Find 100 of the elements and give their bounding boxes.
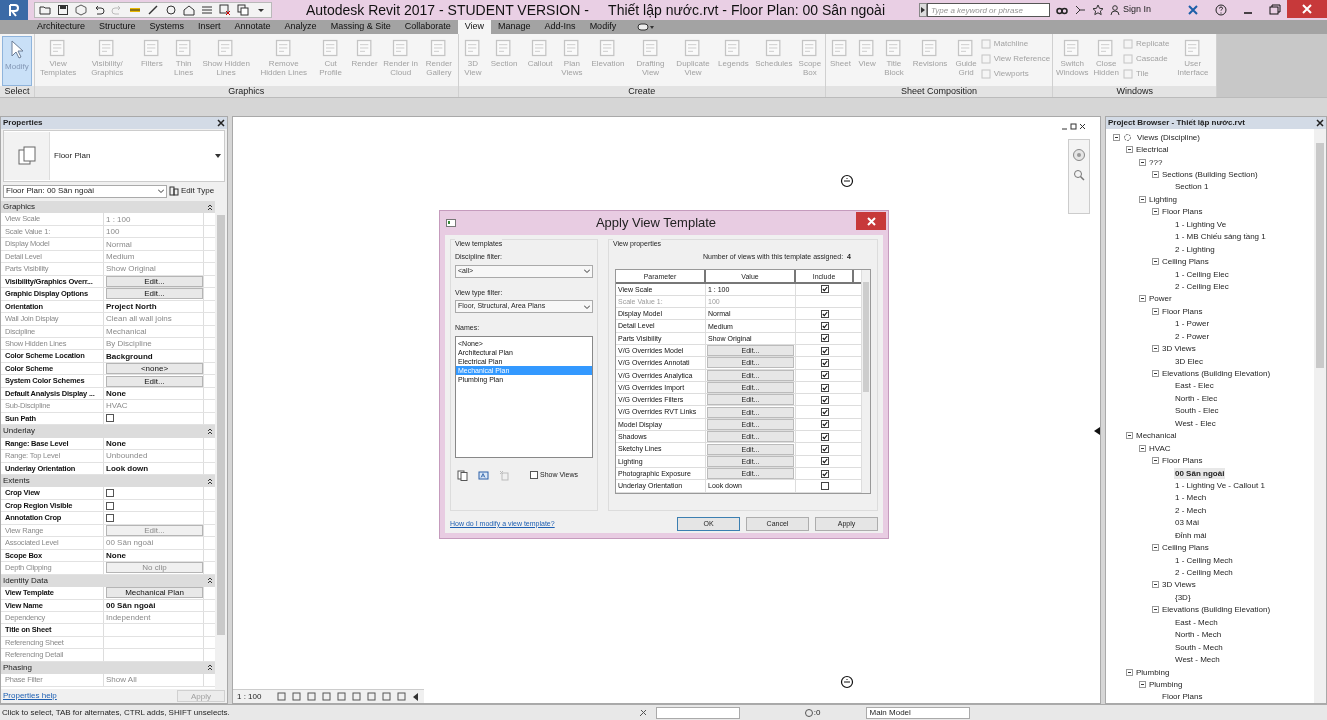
- edit-type-button[interactable]: Edit Type: [169, 185, 215, 197]
- sign-in-button[interactable]: Sign In: [1109, 3, 1151, 17]
- collapse-icon[interactable]: [1151, 307, 1159, 315]
- tree-item[interactable]: Lighting: [1148, 193, 1179, 205]
- tree-item[interactable]: 00 Sân ngoài: [1174, 467, 1226, 479]
- collapse-icon[interactable]: [1151, 606, 1159, 614]
- tree-item[interactable]: South - Mech: [1174, 641, 1224, 653]
- property-button[interactable]: Edit...: [106, 288, 203, 300]
- tree-item[interactable]: Floor Plans: [1161, 691, 1204, 703]
- tree-item[interactable]: 2 - Lighting: [1174, 243, 1216, 255]
- include-checkbox[interactable]: [821, 420, 829, 429]
- lock-icon[interactable]: [382, 692, 392, 701]
- ribbon-tab[interactable]: Collaborate: [397, 20, 458, 34]
- collapse-icon[interactable]: [1151, 544, 1159, 552]
- type-selector[interactable]: Floor Plan: [3, 130, 225, 182]
- ribbon-tab[interactable]: Massing & Site: [323, 20, 398, 34]
- tree-item[interactable]: HVAC: [1148, 442, 1172, 454]
- tree-item[interactable]: Ceiling Plans: [1161, 256, 1210, 268]
- tree-item[interactable]: ???: [1148, 156, 1164, 168]
- collapse-icon[interactable]: [1125, 432, 1133, 440]
- tree-item[interactable]: 1 - Power: [1174, 318, 1211, 330]
- tree-item[interactable]: West - Mech: [1174, 654, 1221, 666]
- tree-item[interactable]: 1 - MB Chiếu sáng tầng 1: [1174, 231, 1267, 243]
- checkbox[interactable]: [106, 514, 114, 523]
- rename-icon[interactable]: [478, 469, 489, 481]
- tree-item[interactable]: Elevations (Building Elevation): [1161, 368, 1272, 380]
- undo-icon[interactable]: [93, 4, 105, 16]
- tree-item[interactable]: Views (Discipline): [1136, 131, 1201, 143]
- tree-item[interactable]: Plumbing: [1135, 666, 1171, 678]
- checkbox[interactable]: [106, 489, 114, 498]
- ribbon-tab[interactable]: Add-Ins: [537, 20, 583, 34]
- crop-icon[interactable]: [352, 692, 362, 701]
- include-checkbox[interactable]: [821, 371, 829, 380]
- tree-item[interactable]: 1 - Mech: [1174, 492, 1208, 504]
- tree-item[interactable]: North - Elec: [1174, 392, 1219, 404]
- property-button[interactable]: Edit...: [106, 375, 203, 387]
- tree-item[interactable]: Đỉnh mái: [1174, 529, 1208, 541]
- include-checkbox[interactable]: [821, 432, 829, 441]
- include-checkbox[interactable]: [821, 334, 829, 343]
- help-link[interactable]: Properties help: [3, 690, 57, 702]
- collapse-icon[interactable]: [207, 664, 213, 672]
- collapse-icon[interactable]: [1151, 258, 1159, 266]
- include-checkbox[interactable]: [821, 285, 829, 294]
- include-checkbox[interactable]: [821, 346, 829, 355]
- collapse-icon[interactable]: [1151, 581, 1159, 589]
- tree-item[interactable]: Elevations (Building Elevation): [1161, 604, 1272, 616]
- tree-item[interactable]: 1 - Lighting Ve - Callout 1: [1174, 479, 1266, 491]
- collapse-icon[interactable]: [1138, 444, 1146, 452]
- panel-toggle-icon[interactable]: [637, 22, 656, 32]
- hide-icon[interactable]: [397, 692, 407, 701]
- include-checkbox[interactable]: [821, 309, 829, 318]
- include-checkbox[interactable]: [821, 469, 829, 478]
- close-windows-icon[interactable]: [219, 4, 231, 16]
- tree-item[interactable]: 3D Views: [1161, 579, 1197, 591]
- include-checkbox[interactable]: [821, 322, 829, 331]
- tree-item[interactable]: {3D}: [1174, 591, 1192, 603]
- property-button[interactable]: Edit...: [106, 275, 203, 287]
- collapse-icon[interactable]: [1151, 208, 1159, 216]
- shadow-icon[interactable]: [322, 692, 332, 701]
- app-menu-button[interactable]: [0, 0, 28, 20]
- include-checkbox[interactable]: [821, 383, 829, 392]
- tree-item[interactable]: Ceiling Plans: [1161, 542, 1210, 554]
- tree-item[interactable]: East - Elec: [1174, 380, 1215, 392]
- include-checkbox[interactable]: [821, 358, 829, 367]
- ribbon-tab[interactable]: Annotate: [227, 20, 278, 34]
- ribbon-tab[interactable]: View: [457, 20, 492, 34]
- tree-item[interactable]: 2 - Ceiling Elec: [1174, 280, 1230, 292]
- close-icon[interactable]: [217, 119, 225, 127]
- close-button[interactable]: [1287, 0, 1327, 18]
- sun-icon[interactable]: [307, 692, 317, 701]
- include-checkbox[interactable]: [821, 445, 829, 453]
- property-button[interactable]: <none>: [106, 363, 203, 375]
- star-icon[interactable]: [1091, 4, 1104, 16]
- render-icon[interactable]: [337, 692, 347, 701]
- ribbon-tab[interactable]: Modify: [582, 20, 624, 34]
- collapse-icon[interactable]: [1138, 295, 1146, 303]
- tree-item[interactable]: 3D Elec: [1174, 355, 1204, 367]
- checkbox[interactable]: [106, 414, 114, 423]
- scrollbar[interactable]: [861, 269, 870, 493]
- ribbon-tab[interactable]: Analyze: [277, 20, 324, 34]
- include-checkbox[interactable]: [821, 481, 829, 490]
- collapse-icon[interactable]: [1151, 171, 1159, 179]
- ribbon-tab[interactable]: Architecture: [30, 20, 93, 34]
- tree-item[interactable]: Electrical: [1135, 144, 1170, 156]
- close-button[interactable]: [856, 212, 886, 230]
- checkbox[interactable]: [106, 501, 114, 510]
- collapse-icon[interactable]: [207, 477, 213, 485]
- list-icon[interactable]: [201, 4, 213, 16]
- collapse-icon[interactable]: [207, 427, 213, 435]
- tree-item[interactable]: 2 - Ceiling Mech: [1174, 567, 1234, 579]
- property-button[interactable]: Mechanical Plan: [106, 587, 203, 599]
- collapse-icon[interactable]: [1112, 133, 1120, 141]
- switch-windows-icon[interactable]: [237, 4, 249, 16]
- steering-wheel-icon[interactable]: [1072, 148, 1086, 162]
- instance-dropdown[interactable]: Floor Plan: 00 Sân ngoài: [3, 184, 167, 198]
- tree-item[interactable]: West - Elec: [1174, 417, 1217, 429]
- visual-style-icon[interactable]: [292, 692, 302, 701]
- tree-item[interactable]: 1 - Ceiling Mech: [1174, 554, 1234, 566]
- collapse-icon[interactable]: [1138, 680, 1146, 688]
- ribbon-tab[interactable]: Systems: [142, 20, 192, 34]
